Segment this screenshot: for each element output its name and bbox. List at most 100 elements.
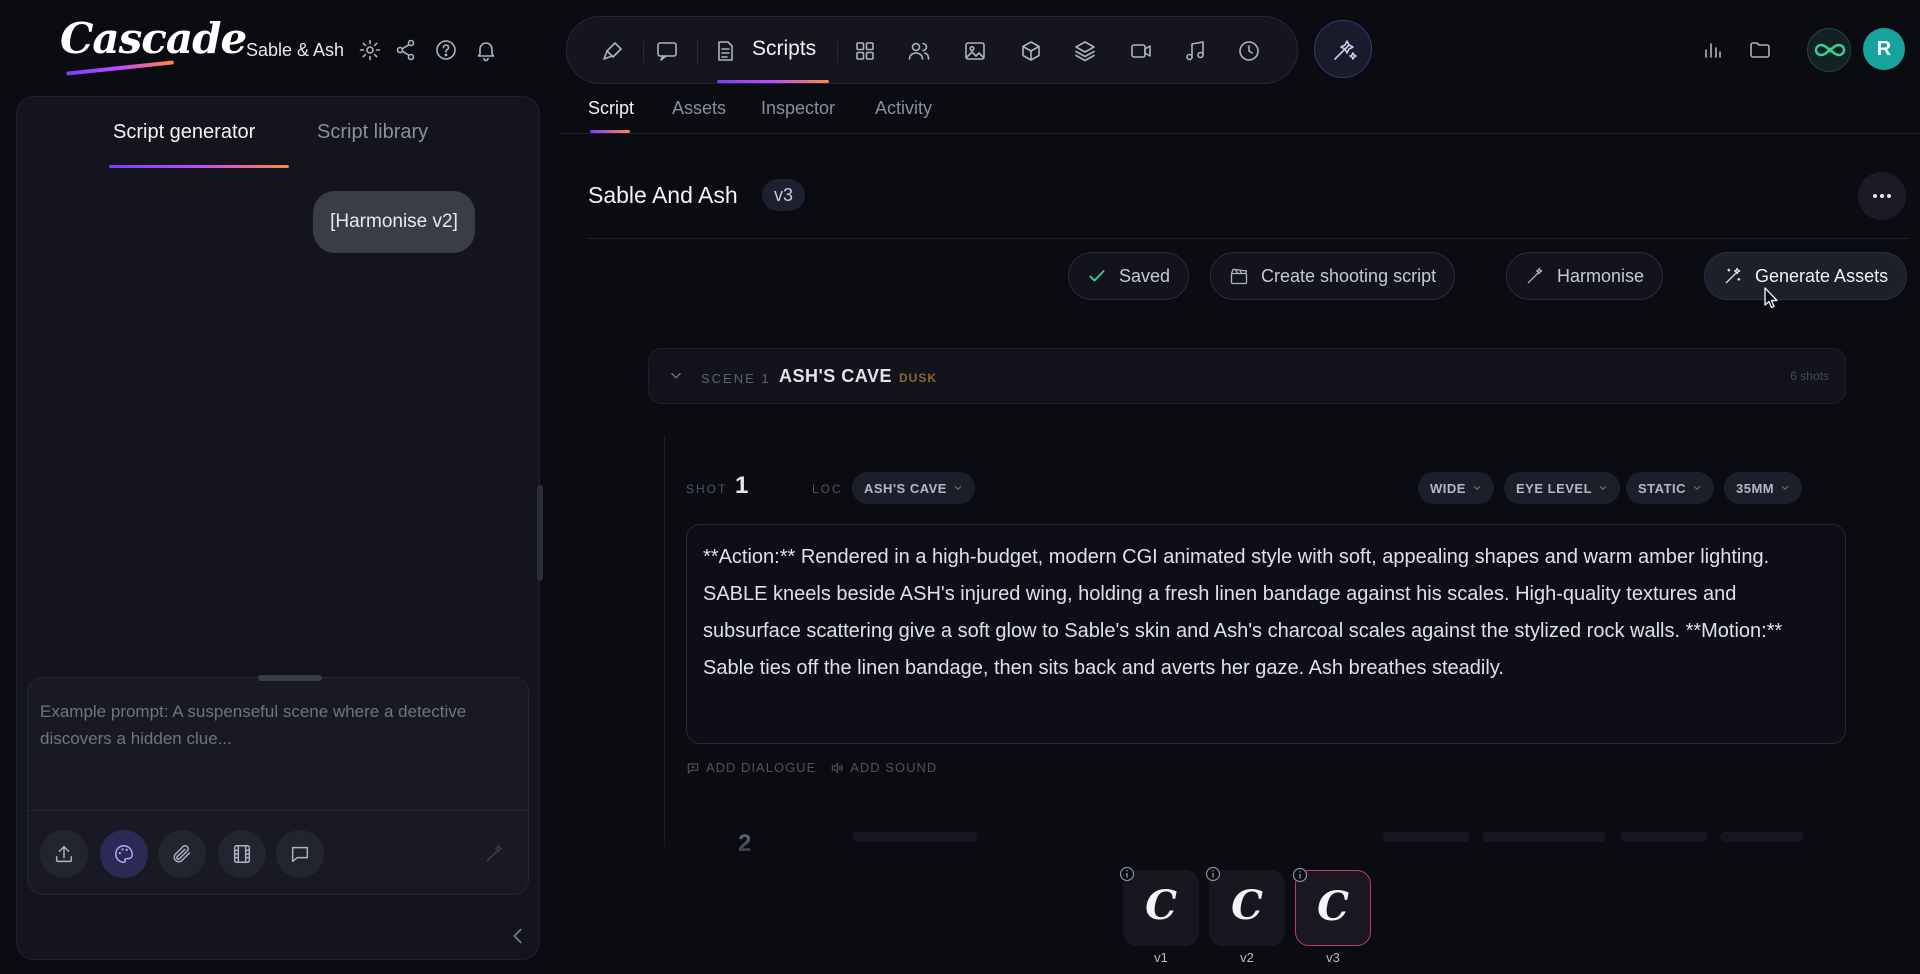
version-label-v2: v2 — [1240, 950, 1254, 965]
loc-label: LOC — [812, 482, 843, 496]
info-icon[interactable] — [1205, 866, 1221, 882]
chat-message-bubble: [Harmonise v2] — [313, 191, 475, 253]
script-title[interactable]: Sable And Ash — [588, 182, 738, 209]
magic-send-button[interactable] — [470, 830, 518, 878]
scene-shot-count: 6 shots — [1790, 369, 1829, 383]
image-icon[interactable] — [963, 39, 987, 63]
harmonise-button[interactable]: Harmonise — [1506, 252, 1664, 300]
video-icon[interactable] — [1129, 39, 1153, 63]
tab-activity[interactable]: Activity — [875, 98, 932, 119]
title-divider — [588, 238, 1908, 239]
chat-icon[interactable] — [655, 39, 679, 63]
version-thumbnail-v1[interactable]: C — [1119, 866, 1199, 946]
composer-divider — [28, 810, 528, 811]
version-thumbnail-v2[interactable]: C — [1205, 866, 1285, 946]
harmonise-label: Harmonise — [1557, 265, 1645, 286]
location-select[interactable]: ASH'S CAVE — [852, 472, 975, 504]
tab-script-library[interactable]: Script library — [317, 121, 428, 144]
create-shooting-script-button[interactable]: Create shooting script — [1210, 252, 1456, 300]
saved-label: Saved — [1119, 265, 1171, 286]
chat-scrollbar[interactable] — [537, 485, 543, 581]
tab-assets[interactable]: Assets — [672, 98, 726, 119]
info-icon[interactable] — [1292, 867, 1308, 883]
chevron-down-icon[interactable] — [669, 369, 683, 383]
add-sound-button[interactable]: ADD SOUND — [830, 760, 937, 775]
location-value: ASH'S CAVE — [864, 480, 947, 496]
music-icon[interactable] — [1183, 39, 1207, 63]
collapse-panel-button[interactable] — [507, 925, 529, 947]
people-icon[interactable] — [907, 39, 931, 63]
framing-value: WIDE — [1430, 480, 1466, 496]
upload-button[interactable] — [40, 830, 88, 878]
project-title[interactable]: Sable & Ash — [246, 40, 344, 61]
more-options-button[interactable] — [1858, 172, 1906, 220]
clapperboard-icon — [1230, 268, 1248, 285]
lens-select[interactable]: 35MM — [1724, 472, 1803, 504]
generate-assets-button[interactable]: Generate Assets — [1704, 252, 1908, 300]
help-icon[interactable] — [434, 38, 458, 62]
version-badge: v3 — [762, 179, 806, 211]
folder-icon[interactable] — [1748, 38, 1772, 62]
film-icon — [233, 845, 251, 863]
dialogue-icon — [687, 762, 699, 774]
cube-icon[interactable] — [1019, 39, 1043, 63]
shot-label: SHOT — [686, 482, 728, 496]
shot-description-editor[interactable]: **Action:** Rendered in a high-budget, m… — [686, 524, 1846, 744]
user-avatar[interactable]: R — [1863, 28, 1905, 70]
style-palette-button[interactable] — [100, 830, 148, 878]
generate-assets-label: Generate Assets — [1755, 265, 1889, 286]
gear-icon[interactable] — [358, 38, 382, 62]
version-label-v1: v1 — [1154, 950, 1168, 965]
version-label: v3 — [774, 184, 794, 205]
version-thumbnail-v3[interactable]: C — [1292, 867, 1371, 946]
chat-message-text: [Harmonise v2] — [330, 211, 458, 232]
composer-resize-handle[interactable] — [258, 675, 322, 681]
app-logo[interactable]: Cascade — [60, 14, 247, 63]
info-icon[interactable] — [1119, 866, 1135, 882]
magic-send-icon — [486, 844, 503, 862]
toolbar-active-section[interactable]: Scripts — [752, 37, 816, 61]
prompt-input[interactable]: Example prompt: A suspenseful scene wher… — [40, 698, 530, 752]
saved-status-button[interactable]: Saved — [1068, 252, 1190, 300]
version-label-v3: v3 — [1326, 950, 1340, 965]
version-logo-glyph: C — [1231, 882, 1263, 929]
bell-icon[interactable] — [474, 38, 498, 62]
main-tab-divider — [560, 133, 1920, 134]
history-icon[interactable] — [1237, 39, 1261, 63]
check-icon — [1089, 270, 1105, 282]
chevron-down-icon — [954, 485, 962, 491]
paperclip-icon — [173, 845, 191, 863]
tab-script-generator[interactable]: Script generator — [113, 121, 255, 144]
toolbar-active-indicator — [717, 80, 829, 83]
film-button[interactable] — [218, 830, 266, 878]
angle-select[interactable]: EYE LEVEL — [1504, 472, 1621, 504]
shot-guide-line — [664, 436, 665, 846]
comment-icon — [291, 846, 309, 863]
framing-select[interactable]: WIDE — [1418, 472, 1494, 504]
comment-button[interactable] — [276, 830, 324, 878]
lens-value: 35MM — [1736, 480, 1775, 496]
bar-chart-icon[interactable] — [1700, 38, 1724, 62]
angle-value: EYE LEVEL — [1516, 480, 1593, 496]
infinity-button[interactable] — [1807, 28, 1851, 72]
main-toolbar: Scripts — [566, 16, 1298, 84]
toolbar-separator — [643, 41, 644, 63]
mouse-cursor-icon — [1762, 286, 1780, 310]
scene-header[interactable]: SCENE 1 ASH'S CAVE DUSK 6 shots — [648, 348, 1846, 404]
brush-icon[interactable] — [601, 39, 625, 63]
tab-script[interactable]: Script — [588, 98, 634, 119]
share-icon[interactable] — [394, 38, 418, 62]
layers-icon[interactable] — [1073, 39, 1097, 63]
scene-time-of-day: DUSK — [899, 371, 938, 385]
tab-active-indicator — [109, 165, 289, 168]
shot-actions: ADD DIALOGUE ADD SOUND — [686, 760, 937, 775]
movement-select[interactable]: STATIC — [1626, 472, 1715, 504]
tab-inspector[interactable]: Inspector — [761, 98, 835, 119]
grid-icon[interactable] — [853, 39, 877, 63]
script-doc-icon[interactable] — [713, 39, 737, 63]
attach-button[interactable] — [158, 830, 206, 878]
toolbar-separator — [697, 41, 698, 63]
magic-wand-button[interactable] — [1314, 20, 1372, 78]
script-generator-panel: Script generator Script library [Harmoni… — [16, 96, 543, 960]
add-dialogue-button[interactable]: ADD DIALOGUE — [686, 760, 816, 775]
